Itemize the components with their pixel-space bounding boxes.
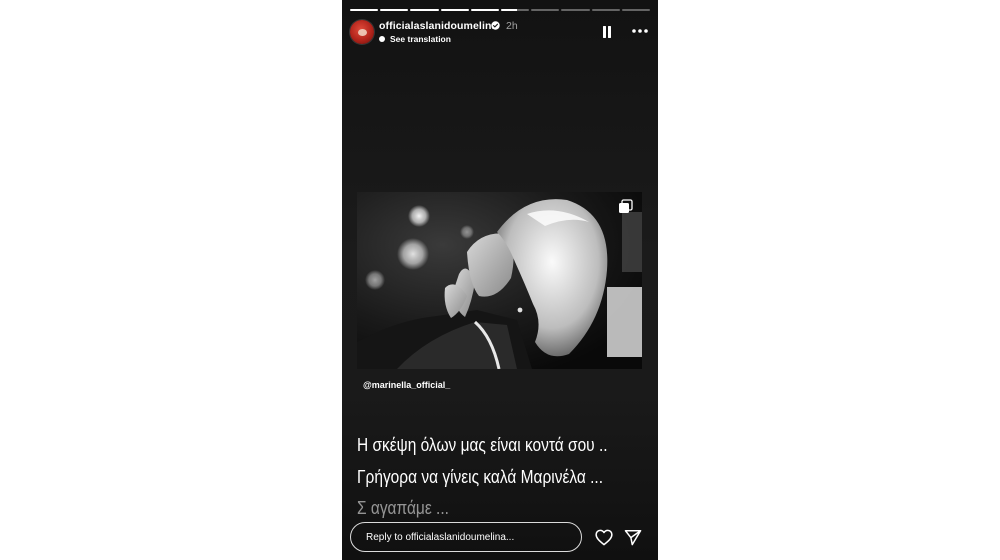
progress-segment-fill [410, 9, 439, 11]
progress-segment-fill [501, 9, 517, 11]
translation-dot-icon [379, 36, 385, 42]
reply-input[interactable] [351, 523, 581, 551]
post-time: 2h [506, 20, 518, 32]
progress-segment [561, 9, 590, 11]
progress-segment [380, 9, 409, 11]
progress-segment [410, 9, 439, 11]
see-translation-link[interactable]: See translation [379, 34, 451, 44]
progress-segment [531, 9, 560, 11]
progress-segment-fill [440, 9, 469, 11]
mention-tag[interactable]: @marinella_official_ [363, 380, 450, 390]
progress-segment [350, 9, 379, 11]
reply-box[interactable] [350, 522, 582, 552]
send-icon[interactable] [624, 529, 642, 546]
progress-segment [470, 9, 500, 11]
story-progress-bar [350, 9, 651, 11]
story-photo[interactable] [357, 192, 642, 369]
caption-line-2: Γρήγορα να γίνεις καλά Μαρινέλα ... [357, 466, 604, 487]
pause-icon[interactable] [602, 26, 612, 38]
heart-icon[interactable] [595, 529, 613, 546]
progress-segment [591, 9, 620, 11]
progress-segment [501, 9, 530, 11]
story-caption: Η σκέψη όλων μας είναι κοντά σου .. Γρήγ… [357, 430, 615, 525]
translation-label: See translation [390, 34, 451, 44]
avatar[interactable] [350, 20, 374, 44]
caption-line-3: Σ αγαπάμε ... [357, 498, 449, 518]
username[interactable]: officialaslanidoumelina [379, 20, 497, 32]
verified-badge-icon [491, 21, 500, 30]
story-viewer: officialaslanidoumelina 2h See translati… [342, 0, 658, 560]
more-options-icon[interactable] [632, 28, 648, 34]
caption-line-1: Η σκέψη όλων μας είναι κοντά σου .. [357, 435, 608, 455]
story-header: officialaslanidoumelina 2h See translati… [350, 18, 650, 46]
photo-illustration [357, 192, 642, 369]
progress-segment-fill [350, 9, 379, 11]
progress-segment [621, 9, 651, 11]
progress-segment-fill [380, 9, 409, 11]
progress-segment-fill [470, 9, 500, 11]
progress-segment [440, 9, 469, 11]
